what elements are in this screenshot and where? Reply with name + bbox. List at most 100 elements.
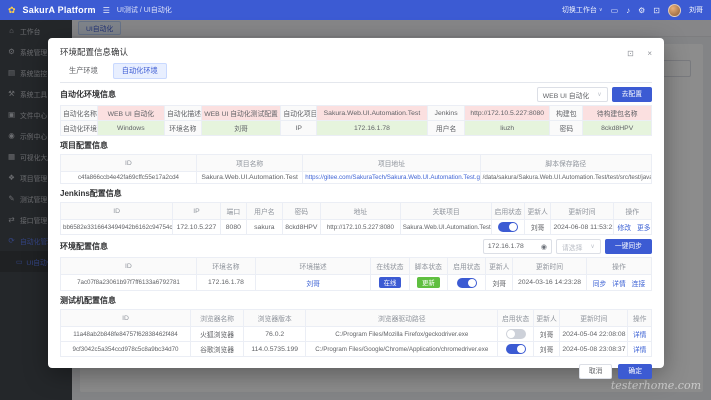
jenkins-edit-link[interactable]: 修改	[618, 225, 632, 232]
env-config-row: 7ac07f8a23061b97f7ff6133a6792781 172.16.…	[61, 275, 652, 291]
automation-type-select[interactable]: WEB UI 自动化 ∨	[537, 87, 608, 102]
field-label: 构建包	[550, 106, 583, 121]
env-config-table: ID 环境名称 环境描述 在线状态 脚本状态 启用状态 更新人 更新时间 操作 …	[60, 257, 652, 291]
section-title-env-config: 环境配置信息	[60, 241, 108, 252]
col-header: 地址	[321, 203, 401, 220]
browser-updated-at: 2024-05-08 23:08:37	[560, 342, 628, 357]
col-header: 浏览器驱动路径	[306, 310, 498, 327]
browser-enabled-toggle[interactable]	[506, 344, 526, 354]
auto-env-row-2: 自动化环境 Windows 环境名称 刘哥 IP 172.16.1.78 用户名…	[61, 121, 652, 136]
col-header: 更新时间	[560, 310, 628, 327]
dialog-title: 环境配置信息确认	[60, 46, 128, 58]
jenkins-port: 8080	[220, 220, 247, 235]
browser-id: 9cf3042c5a354ccd978c5c8a9bc34d70	[61, 342, 191, 357]
browser-driver-path: C:/Program Files/Google/Chrome/Applicati…	[306, 342, 498, 357]
auto-env-table: 自动化名称 WEB UI 自动化 自动化描述 WEB UI 自动化测试配置 自动…	[60, 105, 652, 136]
env-config-header-row: ID 环境名称 环境描述 在线状态 脚本状态 启用状态 更新人 更新时间 操作	[61, 258, 652, 275]
col-header: 在线状态	[371, 258, 409, 275]
tab-production-env[interactable]: 生产环境	[60, 63, 107, 79]
browser-driver-path: C:/Program Files/Mozilla Firefox/geckodr…	[306, 327, 498, 342]
col-header: 更新时间	[513, 258, 587, 275]
monitor-icon[interactable]: ▭	[611, 6, 619, 15]
field-value: 刘哥	[201, 121, 281, 136]
chevron-down-icon: ∨	[599, 7, 603, 13]
chevron-down-icon: ∨	[590, 243, 594, 250]
env-enabled-cell	[448, 275, 486, 291]
field-label: IP	[281, 121, 316, 136]
env-confirm-dialog: 环境配置信息确认 ⊡ × 生产环境 自动化环境 自动化环境信息 WEB UI 自…	[48, 38, 664, 368]
col-header: 脚本状态	[409, 258, 447, 275]
workspace-switcher[interactable]: 切换工作台 ∨	[562, 5, 603, 15]
field-label: 用户名	[427, 121, 464, 136]
cancel-button[interactable]: 取消	[579, 364, 613, 379]
chevron-down-icon: ∨	[597, 91, 601, 98]
jenkins-id: bb6582e3316643494942b6162c94754c	[61, 220, 173, 235]
browser-enabled-cell	[498, 342, 533, 357]
jenkins-actions: 修改 更多	[613, 220, 651, 235]
col-header: 项目名称	[196, 155, 302, 172]
env-filter-select[interactable]: 请选择 ∨	[556, 239, 601, 254]
project-repo-link[interactable]: https://gitee.com/SakuraTech/Sakura.Web.…	[305, 174, 480, 181]
dialog-close-icon[interactable]: ×	[647, 49, 652, 58]
col-header: 关联项目	[400, 203, 492, 220]
col-header: 更新人	[486, 258, 513, 275]
col-header: IP	[173, 203, 220, 220]
env-enabled-toggle[interactable]	[457, 278, 477, 288]
env-search-input[interactable]	[488, 243, 538, 250]
project-header-row: ID 项目名称 项目地址 脚本保存路径	[61, 155, 652, 172]
jenkins-enabled-toggle[interactable]	[498, 222, 518, 232]
one-click-sync-button[interactable]: 一键同步	[605, 239, 652, 254]
app-title: SakurA Platform	[23, 5, 96, 15]
env-online-status-cell: 在线	[371, 275, 409, 291]
browser-table: ID 浏览器名称 浏览器版本 浏览器驱动路径 启用状态 更新人 更新时间 操作 …	[60, 309, 652, 357]
col-header: 项目地址	[303, 155, 480, 172]
user-name[interactable]: 刘哥	[689, 5, 703, 15]
confirm-button[interactable]: 确定	[618, 364, 652, 379]
fullscreen-icon[interactable]: ⊡	[653, 6, 660, 15]
sound-icon[interactable]: ♪	[626, 6, 630, 15]
auto-env-row-1: 自动化名称 WEB UI 自动化 自动化描述 WEB UI 自动化测试配置 自动…	[61, 106, 652, 121]
browser-detail-link[interactable]: 详情	[633, 332, 647, 339]
app-logo-icon: ✿	[8, 5, 16, 16]
col-header: 操作	[628, 310, 652, 327]
go-configure-button[interactable]: 去配置	[612, 87, 652, 102]
col-header: 操作	[586, 258, 651, 275]
env-script-status-cell: 更新	[409, 275, 447, 291]
input-suffix-icon[interactable]: ◉	[541, 243, 547, 251]
field-label: Jenkins	[427, 106, 464, 121]
tab-automation-env[interactable]: 自动化环境	[113, 63, 167, 79]
jenkins-more-link[interactable]: 更多	[637, 225, 651, 232]
browser-id: 11a48ab2b848fe84757f62838462f484	[61, 327, 191, 342]
hamburger-icon[interactable]: ☰	[103, 6, 110, 15]
browser-row-chrome: 9cf3042c5a354ccd978c5c8a9bc34d70 谷歌浏览器 1…	[61, 342, 652, 357]
field-value: http://172.10.5.227:8080	[465, 106, 550, 121]
field-label: 自动化环境	[61, 121, 98, 136]
env-desc-link[interactable]: 刘哥	[306, 281, 320, 288]
jenkins-password: 8ckd8HPV	[282, 220, 320, 235]
col-header: 启用状态	[492, 203, 525, 220]
col-header: ID	[61, 258, 197, 275]
browser-updated-at: 2024-05-04 22:08:08	[560, 327, 628, 342]
col-header: 端口	[220, 203, 247, 220]
col-header: ID	[61, 203, 173, 220]
dialog-fullscreen-icon[interactable]: ⊡	[627, 49, 634, 58]
col-header: 浏览器名称	[191, 310, 244, 327]
browser-detail-link[interactable]: 详情	[633, 347, 647, 354]
settings-gear-icon[interactable]: ⚙	[638, 6, 645, 15]
env-connect-link[interactable]: 连接	[632, 281, 646, 288]
browser-enabled-toggle[interactable]	[506, 329, 526, 339]
section-title-project: 项目配置信息	[60, 140, 108, 151]
env-desc-cell: 刘哥	[256, 275, 371, 291]
env-name: 172.16.1.78	[196, 275, 255, 291]
env-filter-placeholder: 请选择	[562, 242, 582, 252]
col-header: 浏览器版本	[244, 310, 306, 327]
jenkins-row: bb6582e3316643494942b6162c94754c 172.10.…	[61, 220, 652, 235]
env-tabs: 生产环境 自动化环境	[60, 63, 652, 83]
field-value: liuzh	[465, 121, 550, 136]
env-id: 7ac07f8a23061b97f7ff6133a6792781	[61, 275, 197, 291]
env-search-box: ◉	[483, 239, 552, 254]
env-sync-link[interactable]: 同步	[593, 281, 607, 288]
env-detail-link[interactable]: 详情	[612, 281, 626, 288]
watermark: testerhome.com	[611, 379, 701, 392]
user-avatar[interactable]	[668, 4, 681, 17]
